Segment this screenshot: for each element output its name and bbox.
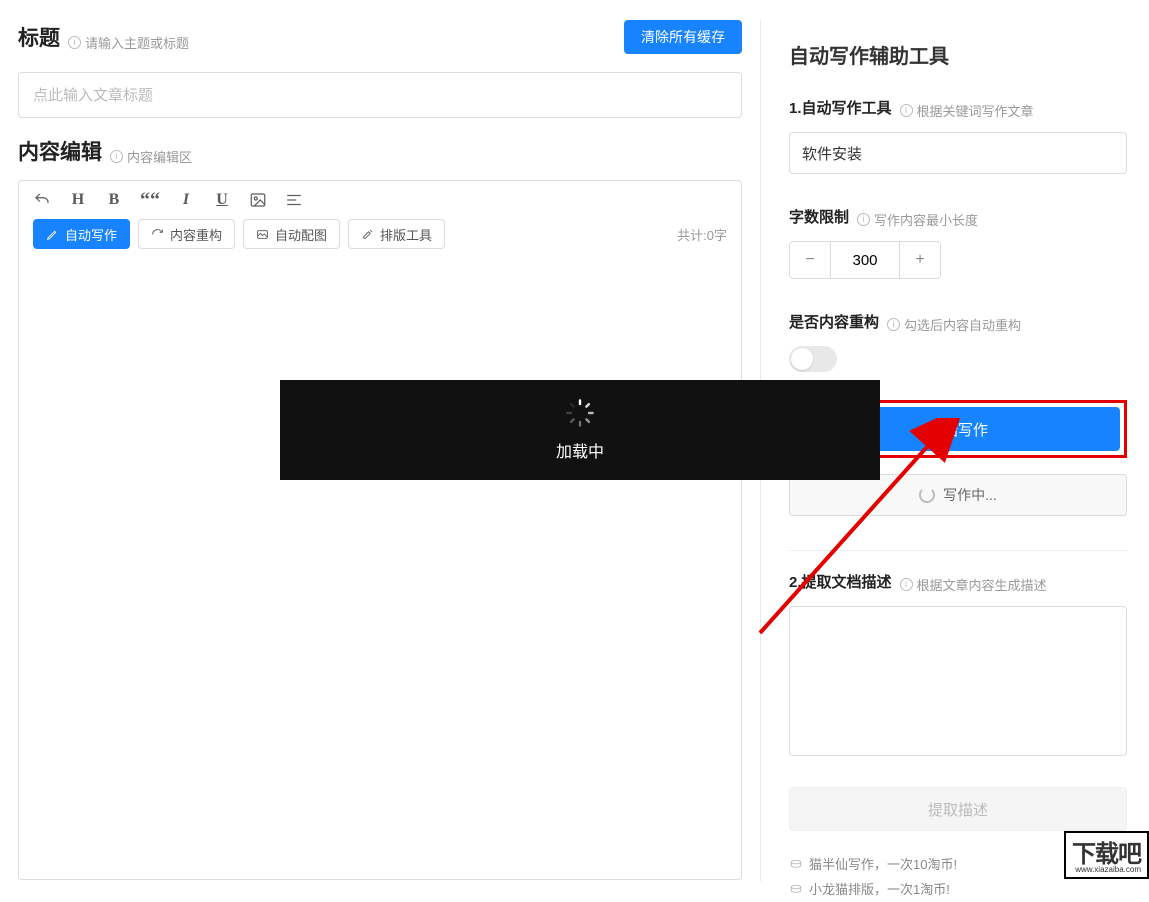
sec2-label: 2.提取文档描述 — [789, 571, 892, 592]
italic-icon[interactable]: I — [177, 191, 195, 209]
info-icon: i — [900, 104, 913, 117]
info-icon: i — [900, 578, 913, 591]
coin-icon — [789, 858, 803, 872]
extract-description-button[interactable]: 提取描述 — [789, 787, 1127, 831]
sec1-label: 1.自动写作工具 — [789, 97, 892, 118]
heading-icon[interactable]: H — [69, 191, 87, 209]
content-edit-label: 内容编辑 — [18, 136, 102, 166]
editor-container: H B ““ I U 自动写作 内容重构 — [18, 180, 742, 880]
wordlimit-label: 字数限制 — [789, 206, 849, 227]
info-icon: i — [68, 36, 81, 49]
loading-text: 加载中 — [556, 438, 604, 462]
sec2-hint: i 根据文章内容生成描述 — [900, 575, 1047, 594]
spinner-icon — [919, 487, 935, 503]
title-hint: i 请输入主题或标题 — [68, 33, 189, 52]
stepper-plus-button[interactable]: + — [900, 242, 940, 278]
sidebar-heading: 自动写作辅助工具 — [789, 40, 1127, 69]
info-icon: i — [110, 150, 123, 163]
word-count: 共计:0字 — [677, 225, 727, 244]
wordlimit-stepper[interactable]: − + — [789, 241, 941, 279]
divider — [789, 550, 1127, 551]
article-title-input[interactable] — [18, 72, 742, 118]
undo-icon[interactable] — [33, 191, 51, 209]
underline-icon[interactable]: U — [213, 191, 231, 209]
content-rebuild-button[interactable]: 内容重构 — [138, 219, 235, 249]
keyword-input[interactable] — [789, 132, 1127, 174]
loading-spinner-icon — [565, 398, 595, 428]
rebuild-label: 是否内容重构 — [789, 311, 879, 332]
info-icon: i — [887, 318, 900, 331]
auto-image-button[interactable]: 自动配图 — [243, 219, 340, 249]
quote-icon[interactable]: ““ — [141, 191, 159, 209]
editor-toolbar: H B ““ I U — [19, 181, 741, 219]
clear-cache-button[interactable]: 清除所有缓存 — [624, 20, 742, 54]
coin-icon — [789, 883, 803, 897]
auto-write-button[interactable]: 自动写作 — [33, 219, 130, 249]
promo-line-1: 猫半仙写作，一次10淘币! — [809, 853, 957, 878]
promo-line-2: 小龙猫排版，一次1淘币! — [809, 878, 950, 902]
layout-tool-button[interactable]: 排版工具 — [348, 219, 445, 249]
writing-status-bar: 写作中... — [789, 474, 1127, 516]
content-hint: i 内容编辑区 — [110, 147, 192, 166]
wordlimit-hint: i 写作内容最小长度 — [857, 210, 978, 229]
rebuild-toggle[interactable] — [789, 346, 837, 372]
rebuild-hint: i 勾选后内容自动重构 — [887, 315, 1021, 334]
sec1-hint: i 根据关键词写作文章 — [900, 101, 1034, 120]
title-label: 标题 — [18, 22, 60, 52]
description-textarea[interactable] — [789, 606, 1127, 756]
bold-icon[interactable]: B — [105, 191, 123, 209]
image-icon[interactable] — [249, 191, 267, 209]
loading-overlay: 加载中 — [280, 380, 880, 480]
stepper-minus-button[interactable]: − — [790, 242, 830, 278]
wordlimit-input[interactable] — [830, 242, 900, 278]
align-icon[interactable] — [285, 191, 303, 209]
watermark: 下载吧 www.xiazaiba.com — [1064, 831, 1149, 879]
info-icon: i — [857, 213, 870, 226]
